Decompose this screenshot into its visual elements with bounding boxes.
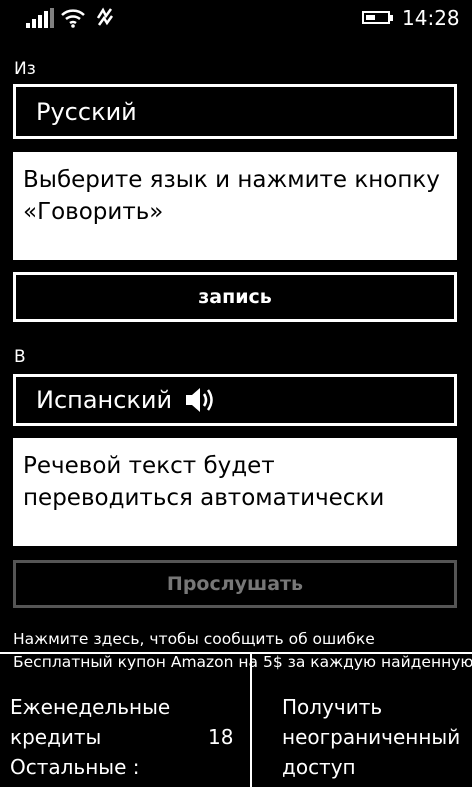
clock: 14:28 [402,6,460,30]
listen-button[interactable]: Прослушать [13,560,457,608]
battery-level [366,15,375,20]
unlimited-line-3: доступ [282,755,356,779]
target-language-value: Испанский [36,386,173,414]
source-language-value: Русский [36,97,137,126]
translated-text-area[interactable]: Речевой текст будет переводиться автомат… [13,438,457,546]
unlimited-line-2: неограниченный [282,725,461,749]
target-language-select[interactable]: Испанский [13,374,457,426]
weekly-credits-value: 18 [208,725,234,749]
unlimited-line-1: Получить [282,695,383,719]
remaining-credits-label: Остальные : [10,755,140,779]
wifi-icon [61,9,85,28]
data-network-icon [96,7,114,26]
weekly-credits-label-1: Еженедельные [10,695,171,719]
record-button[interactable]: запись [13,272,457,322]
to-label: В [14,347,26,367]
translated-text: Речевой текст будет переводиться автомат… [23,453,385,511]
weekly-credits-label-2: кредиты [10,725,102,749]
source-language-select[interactable]: Русский [13,84,457,139]
report-error-link[interactable]: Нажмите здесь, чтобы сообщить об ошибке [13,628,472,650]
battery-tip [390,15,393,21]
source-text-area[interactable]: Выберите язык и нажмите кнопку «Говорить… [13,152,457,260]
signal-bars-icon [26,8,54,28]
source-text: Выберите язык и нажмите кнопку «Говорить… [23,167,440,225]
get-unlimited-access-button[interactable]: Получить неограниченный доступ [258,690,472,787]
from-label: Из [14,59,36,79]
battery-icon [362,11,390,24]
speaker-icon[interactable] [184,386,218,414]
status-bar: 14:28 [0,0,472,36]
bottom-divider [250,652,252,787]
